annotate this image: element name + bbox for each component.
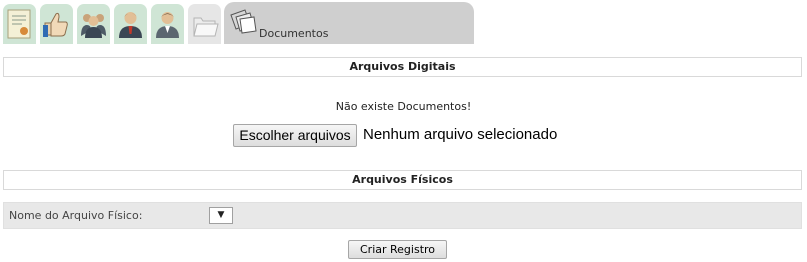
- physical-files-header: Arquivos Físicos: [3, 170, 802, 190]
- tab-user[interactable]: [114, 4, 147, 44]
- physical-file-row: Nome do Arquivo Físico: ▼: [3, 202, 802, 229]
- tab-person[interactable]: [151, 4, 184, 44]
- tab-documentos[interactable]: Documentos: [224, 2, 474, 44]
- certificate-icon: [7, 9, 31, 39]
- physical-file-label: Nome do Arquivo Físico:: [9, 209, 143, 222]
- digital-files-header: Arquivos Digitais: [3, 57, 802, 77]
- group-icon: [81, 14, 106, 38]
- thumbs-up-icon: [43, 12, 68, 37]
- chevron-down-icon: ▼: [217, 210, 225, 220]
- physical-file-select[interactable]: ▼: [209, 207, 233, 224]
- tab-folder[interactable]: [188, 4, 221, 44]
- tab-bar: Documentos: [3, 2, 803, 44]
- user-icon: [119, 12, 142, 38]
- tab-certificate[interactable]: [3, 4, 36, 44]
- create-record-button[interactable]: Criar Registro: [348, 240, 447, 259]
- tab-group[interactable]: [77, 4, 110, 44]
- person-icon: [156, 12, 179, 38]
- documents-icon: [230, 9, 257, 34]
- tab-approval[interactable]: [40, 4, 73, 44]
- folder-icon: [193, 17, 219, 37]
- empty-documents-message: Não existe Documentos!: [335, 100, 472, 113]
- tab-label: Documentos: [259, 27, 329, 40]
- choose-files-button[interactable]: Escolher arquivos: [233, 124, 357, 147]
- file-status-text: Nenhum arquivo selecionado: [363, 126, 558, 143]
